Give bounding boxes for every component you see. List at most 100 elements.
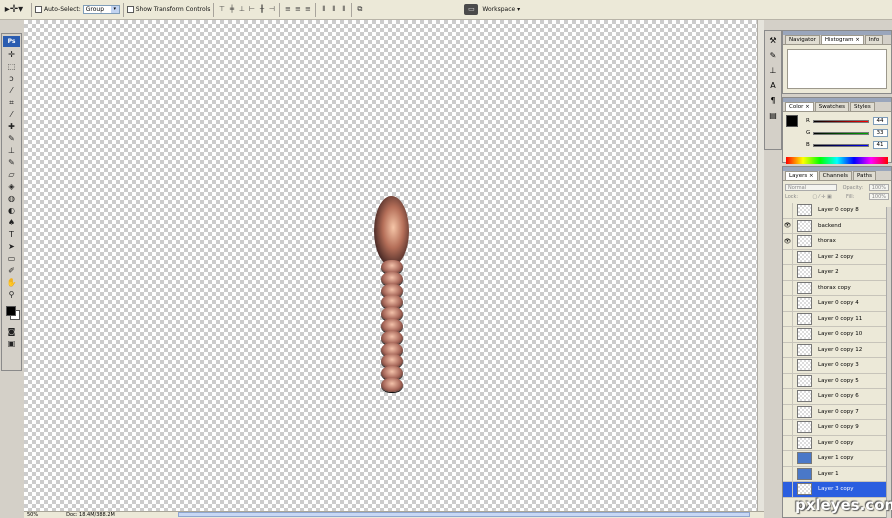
visibility-eye-icon[interactable] [783, 404, 793, 420]
tab-paths[interactable]: Paths [853, 171, 876, 180]
layer-row[interactable]: 👁 backend [783, 218, 891, 234]
distribute-hcenter-icon[interactable]: ⦀ [329, 5, 338, 14]
current-color-swatch[interactable] [786, 115, 798, 127]
distribute-bottom-icon[interactable]: ≡ [303, 5, 312, 14]
horizontal-scrollbar[interactable] [178, 512, 750, 517]
tab-navigator[interactable]: Navigator [785, 35, 820, 44]
paragraph-icon[interactable]: ¶ [766, 95, 780, 106]
align-hcenter-icon[interactable]: ╫ [257, 5, 266, 14]
vertical-scrollbar[interactable] [757, 20, 764, 511]
layer-row[interactable]: Layer 2 [783, 264, 891, 281]
layer-row[interactable]: Layer 0 copy 8 [783, 202, 891, 219]
move-tool-icon[interactable]: ✛ [3, 49, 20, 60]
crop-tool-icon[interactable]: ⌗ [3, 97, 20, 108]
align-vcenter-icon[interactable]: ╪ [227, 5, 236, 14]
eyedropper-tool-icon[interactable]: ⁄ [3, 109, 20, 120]
tab-color[interactable]: Color × [785, 102, 814, 111]
character-icon[interactable]: A [766, 80, 780, 91]
brushes-icon[interactable]: ✎ [766, 50, 780, 61]
blur-tool-icon[interactable]: ◍ [3, 193, 20, 204]
visibility-eye-icon[interactable] [783, 466, 793, 482]
visibility-eye-icon[interactable] [783, 264, 793, 280]
layer-row[interactable]: Layer 0 copy 9 [783, 419, 891, 436]
path-selection-tool-icon[interactable]: ➤ [3, 241, 20, 252]
layer-row[interactable]: Layer 0 copy 12 [783, 342, 891, 358]
visibility-eye-icon[interactable] [783, 357, 793, 373]
distribute-vcenter-icon[interactable]: ≡ [293, 5, 302, 14]
layers-scrollbar[interactable] [886, 207, 891, 518]
move-tool-preset-button[interactable]: ▸✛▾ [0, 1, 28, 19]
color-spectrum[interactable] [786, 157, 888, 164]
foreground-color-swatch[interactable] [6, 306, 16, 316]
layer-row[interactable]: Layer 1 copy [783, 450, 891, 467]
blue-value[interactable]: 41 [873, 141, 888, 149]
blue-slider[interactable] [813, 143, 870, 147]
clone-source-icon[interactable]: ⊥ [766, 65, 780, 76]
align-right-icon[interactable]: ⊣ [267, 5, 276, 14]
auto-select-checkbox[interactable] [35, 6, 42, 13]
hand-tool-icon[interactable]: ✋ [3, 277, 20, 288]
distribute-left-icon[interactable]: ⦀ [319, 5, 328, 14]
red-value[interactable]: 44 [873, 117, 888, 125]
auto-align-icon[interactable]: ⧉ [355, 5, 364, 14]
visibility-eye-icon[interactable] [783, 202, 793, 218]
blend-mode-select[interactable]: Normal [785, 184, 837, 191]
distribute-top-icon[interactable]: ≡ [283, 5, 292, 14]
quick-mask-icon[interactable]: ◙ [3, 326, 20, 337]
show-transform-checkbox[interactable] [126, 6, 134, 13]
green-slider[interactable] [813, 131, 870, 135]
visibility-eye-icon[interactable]: 👁 [783, 218, 793, 234]
tools-icon[interactable]: ⚒ [766, 35, 780, 46]
fill-field[interactable]: 100% [868, 193, 889, 200]
notes-tool-icon[interactable]: ✐ [3, 265, 20, 276]
tab-info[interactable]: Info [864, 35, 884, 44]
layer-row[interactable]: Layer 0 copy 5 [783, 373, 891, 389]
layer-row[interactable]: Layer 2 copy [783, 249, 891, 265]
visibility-eye-icon[interactable] [783, 280, 793, 296]
layer-row[interactable]: Layer 0 copy 4 [783, 295, 891, 312]
lock-icons[interactable]: ▢ ⁄ ✛ ▣ [812, 194, 831, 200]
marquee-tool-icon[interactable]: ⬚ [3, 61, 20, 72]
screen-mode-icon[interactable]: ▣ [3, 338, 20, 349]
layer-comps-icon[interactable]: ▤ [766, 110, 780, 121]
layer-row[interactable]: Layer 0 copy 11 [783, 311, 891, 327]
tab-histogram[interactable]: Histogram × [820, 35, 864, 44]
layer-row[interactable]: Layer 0 copy 6 [783, 388, 891, 405]
zoom-tool-icon[interactable]: ⚲ [3, 289, 20, 300]
visibility-eye-icon[interactable] [783, 435, 793, 451]
layer-row[interactable]: thorax copy [783, 280, 891, 296]
dodge-tool-icon[interactable]: ◐ [3, 205, 20, 216]
visibility-eye-icon[interactable] [783, 450, 793, 466]
align-top-icon[interactable]: ⊤ [217, 5, 226, 14]
visibility-eye-icon[interactable] [783, 481, 793, 497]
visibility-eye-icon[interactable] [783, 311, 793, 327]
gradient-tool-icon[interactable]: ◈ [3, 181, 20, 192]
red-slider[interactable] [813, 119, 870, 123]
workspace-menu[interactable]: ▭ Workspace ▾ [464, 4, 520, 15]
layer-row[interactable]: Layer 0 copy [783, 435, 891, 451]
shape-tool-icon[interactable]: ▭ [3, 253, 20, 264]
eraser-tool-icon[interactable]: ▱ [3, 169, 20, 180]
color-swatches[interactable] [2, 302, 21, 324]
magic-wand-tool-icon[interactable]: ⁄ [3, 85, 20, 96]
visibility-eye-icon[interactable] [783, 419, 793, 435]
visibility-eye-icon[interactable] [783, 373, 793, 389]
distribute-right-icon[interactable]: ⦀ [339, 5, 348, 14]
clone-stamp-tool-icon[interactable]: ⊥ [3, 145, 20, 156]
doc-size[interactable]: Doc: 18.4M/388.2M [66, 512, 115, 518]
visibility-eye-icon[interactable] [783, 388, 793, 404]
brush-tool-icon[interactable]: ✎ [3, 133, 20, 144]
lasso-tool-icon[interactable]: ↄ [3, 73, 20, 84]
tab-layers[interactable]: Layers × [785, 171, 818, 180]
visibility-eye-icon[interactable] [783, 342, 793, 358]
pen-tool-icon[interactable]: ♠ [3, 217, 20, 228]
tab-styles[interactable]: Styles [850, 102, 875, 111]
visibility-eye-icon[interactable]: 👁 [783, 233, 793, 249]
visibility-eye-icon[interactable] [783, 295, 793, 311]
layer-row[interactable]: Layer 1 [783, 466, 891, 482]
layer-row[interactable]: Layer 0 copy 3 [783, 357, 891, 374]
green-value[interactable]: 33 [873, 129, 888, 137]
visibility-eye-icon[interactable] [783, 249, 793, 265]
tab-channels[interactable]: Channels [818, 171, 853, 180]
align-bottom-icon[interactable]: ⊥ [237, 5, 246, 14]
